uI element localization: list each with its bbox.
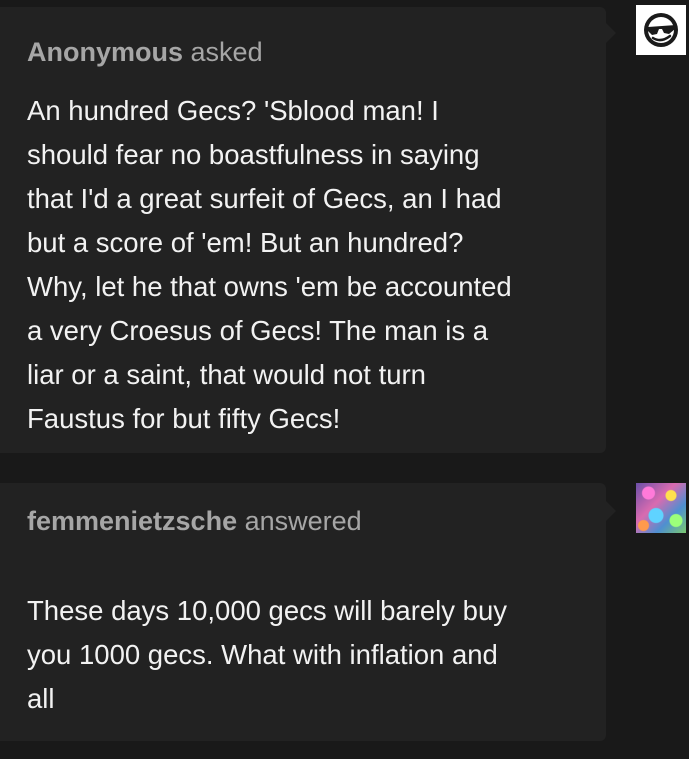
answerer-name[interactable]: femmenietzsche: [27, 506, 237, 536]
answer-bubble-tail: [606, 501, 616, 521]
ask-header: Anonymous asked: [27, 36, 576, 68]
answerer-verb: answered: [244, 506, 362, 536]
anonymous-sunglasses-icon: [644, 13, 678, 47]
asker-verb: asked: [190, 37, 263, 67]
ask-bubble: Anonymous asked An hundred Gecs? 'Sblood…: [0, 7, 616, 453]
asker-name: Anonymous: [27, 37, 184, 67]
answer-bubble: femmenietzsche answered These days 10,00…: [0, 483, 616, 741]
anonymous-avatar[interactable]: [636, 5, 686, 55]
answer-header: femmenietzsche answered: [27, 505, 576, 537]
user-avatar[interactable]: [636, 483, 686, 533]
ask-bubble-tail: [606, 23, 616, 43]
answer-text: These days 10,000 gecs will barely buy y…: [27, 595, 507, 714]
question-text: An hundred Gecs? 'Sblood man! I should f…: [27, 95, 512, 434]
